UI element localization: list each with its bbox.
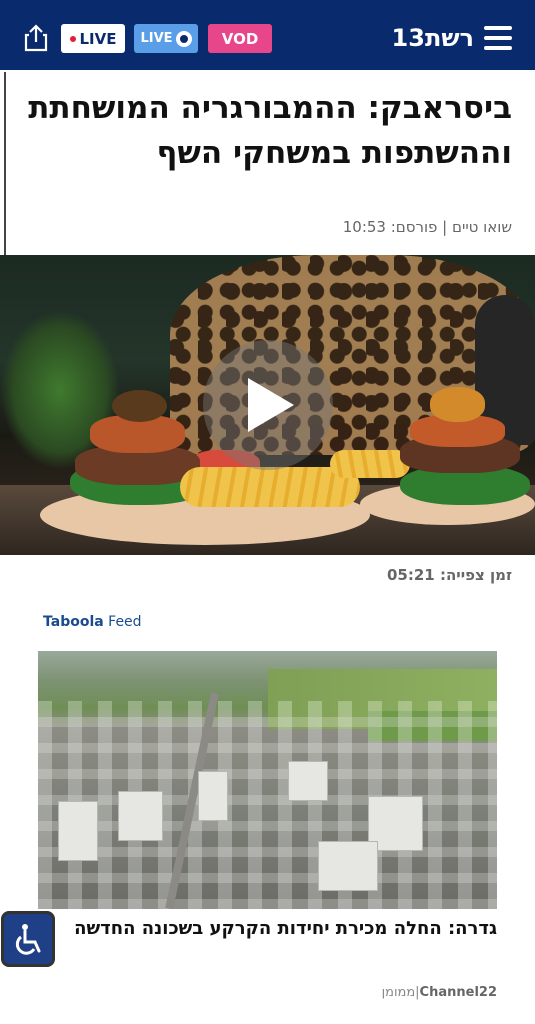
- play-icon[interactable]: [248, 378, 294, 432]
- live-cam-button[interactable]: LIVE: [134, 24, 198, 53]
- taboola-feed-logo[interactable]: Taboola Feed: [43, 614, 142, 630]
- burger-image: [430, 387, 485, 422]
- building: [198, 771, 228, 821]
- channel-logo[interactable]: רשת13: [392, 22, 474, 54]
- share-icon[interactable]: [24, 24, 48, 52]
- watch-duration: זמן צפייה: 05:21: [387, 566, 512, 584]
- promo-title[interactable]: גדרה: החלה מכירת יחידות הקרקע בשכונה החד…: [60, 915, 497, 943]
- vod-label: VOD: [221, 29, 259, 48]
- live-button[interactable]: LIVE: [61, 24, 125, 53]
- scroll-indicator: [4, 72, 6, 262]
- accessibility-icon[interactable]: [13, 923, 45, 957]
- video-player[interactable]: [0, 255, 535, 555]
- building: [58, 801, 98, 861]
- taboola-feed-label: Feed: [103, 614, 142, 630]
- sponsored-label: ממומן: [381, 985, 416, 1000]
- accessibility-button[interactable]: [1, 911, 55, 967]
- promo-image[interactable]: [38, 651, 497, 909]
- camera-lens-icon: [175, 30, 192, 47]
- promo-source[interactable]: Channel22|ממומן: [20, 985, 497, 1000]
- vod-button[interactable]: VOD: [208, 24, 272, 53]
- city-blocks: [38, 701, 497, 909]
- taboola-brand: Taboola: [43, 614, 104, 630]
- building: [118, 791, 163, 841]
- live-label: LIVE: [79, 29, 117, 48]
- article-title: ביסראבק: ההמבורגריה המושחתת וההשתפות במש…: [28, 90, 512, 171]
- building: [318, 841, 378, 891]
- source-name: Channel22: [419, 985, 497, 1000]
- article-byline: שואו טיים | פורסם: 10:53: [342, 218, 512, 236]
- burger-image: [112, 390, 167, 422]
- live-dot-icon: [69, 35, 76, 42]
- top-header: LIVE LIVE VOD רשת13: [0, 0, 535, 70]
- live-cam-label: LIVE: [140, 31, 173, 46]
- hamburger-menu-icon[interactable]: [484, 26, 512, 50]
- fries-image: [330, 450, 410, 478]
- building: [288, 761, 328, 801]
